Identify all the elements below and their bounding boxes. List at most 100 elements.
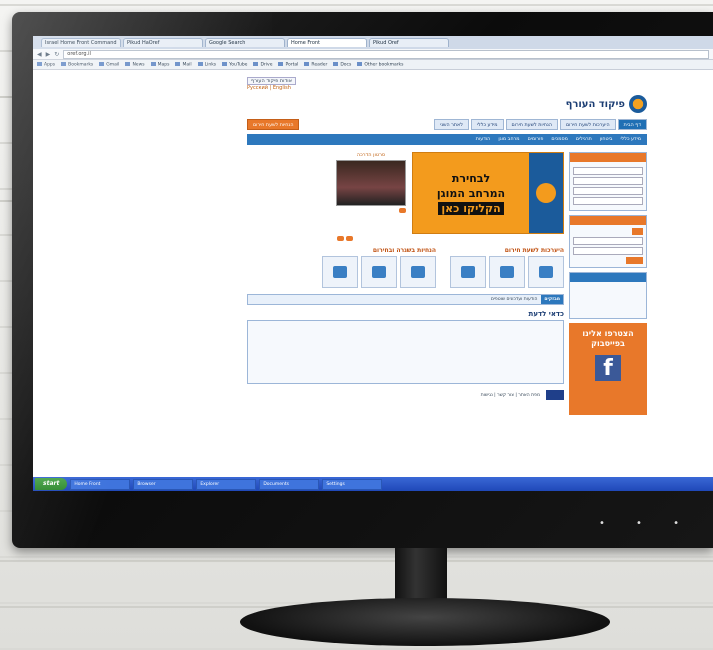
bookmark[interactable]: Maps xyxy=(151,62,170,67)
select-field[interactable] xyxy=(573,247,643,255)
bookmark[interactable]: Reader xyxy=(304,62,327,67)
bookmark[interactable]: Other bookmarks xyxy=(357,62,403,67)
browser-tab[interactable]: Pikud HaOref xyxy=(123,38,203,47)
firstaid-icon-tile[interactable] xyxy=(322,256,358,288)
browser-tab[interactable]: Home Front xyxy=(287,38,367,47)
browser-tab[interactable]: Google Search xyxy=(205,38,285,47)
info-box xyxy=(247,320,564,384)
back-icon[interactable]: ◀ xyxy=(37,51,42,58)
browser-tabs: Israel Home Front Command Pikud HaOref G… xyxy=(33,36,713,49)
section-title: היערכות לשעת חירום xyxy=(504,247,564,254)
bookmark[interactable]: YouTube xyxy=(222,62,247,67)
taskbar-item[interactable]: Settings xyxy=(322,478,383,490)
icon-row xyxy=(450,256,564,288)
news-ticker: מבזקים הודעות ועדכונים שוטפים xyxy=(247,294,564,305)
taskbar: start Home Front Browser Explorer Docume… xyxy=(33,477,713,491)
secondary-menu: מידע כללי ביטחון תרגילים מסמכים פורומים … xyxy=(247,134,647,145)
bookmark[interactable]: Links xyxy=(198,62,217,67)
box-body xyxy=(570,162,646,210)
ticker-label: מבזקים xyxy=(541,295,563,304)
top-row: לבחירת המרחב המוגן הקליקו כאן סרטון הדרכ… xyxy=(247,152,564,234)
bookmark[interactable]: Docs xyxy=(333,62,351,67)
safe-room-banner[interactable]: לבחירת המרחב המוגן הקליקו כאן xyxy=(412,152,564,234)
top-links: אודות פיקוד העורף xyxy=(247,77,647,85)
menu-item[interactable]: לאתר השני xyxy=(434,119,469,130)
monitor-buttons: • • • xyxy=(598,518,693,529)
bookmark[interactable]: Portal xyxy=(278,62,298,67)
go-button[interactable] xyxy=(632,228,643,235)
bookmark[interactable]: Mail xyxy=(175,62,191,67)
equipment-icon-tile[interactable] xyxy=(528,256,564,288)
facebook-text: הצטרפו אלינו בפייסבוק xyxy=(582,329,634,348)
menu-item-highlight[interactable]: הנחיות לשעת חירום xyxy=(247,119,300,130)
url-input[interactable]: oref.org.il xyxy=(63,49,709,59)
menu-item[interactable]: היערכות לשעת חירום xyxy=(559,119,616,130)
box-header xyxy=(570,216,646,225)
building-icon xyxy=(529,153,563,233)
page-footer: מפת האתר | צור קשר | נגישות xyxy=(247,390,564,400)
address-bar-row: ◀ ▶ ↻ oref.org.il xyxy=(33,49,713,60)
submenu-item[interactable]: פורומים xyxy=(528,137,544,142)
site-header: פיקוד העורף xyxy=(247,93,647,115)
person-icon-tile[interactable] xyxy=(361,256,397,288)
facebook-promo[interactable]: הצטרפו אלינו בפייסבוק f xyxy=(569,323,647,415)
home-front-logo-icon[interactable] xyxy=(629,95,647,113)
video-player[interactable] xyxy=(336,160,406,206)
box-body xyxy=(570,225,646,267)
submenu-item[interactable]: מידע כללי xyxy=(620,137,641,142)
content-columns: הצטרפו אלינו בפייסבוק f לבחירת המרחב המוג… xyxy=(247,152,647,415)
about-link[interactable]: אודות פיקוד העורף xyxy=(247,77,296,85)
page-dot[interactable] xyxy=(399,208,406,213)
kit-icon-tile[interactable] xyxy=(450,256,486,288)
plane-icon-tile[interactable] xyxy=(400,256,436,288)
main-menu: דף הבית היערכות לשעת חירום הנחיות לשעת ח… xyxy=(247,119,647,130)
forward-icon[interactable]: ▶ xyxy=(46,51,51,58)
select-field[interactable] xyxy=(573,237,643,245)
search-field[interactable] xyxy=(573,167,643,175)
select-field[interactable] xyxy=(573,197,643,205)
area-box xyxy=(569,215,647,268)
monitor-screen: Israel Home Front Command Pikud HaOref G… xyxy=(33,36,713,491)
bookmark[interactable]: Drive xyxy=(253,62,272,67)
menu-item[interactable]: מידע כללי xyxy=(470,119,504,130)
footer-links[interactable]: מפת האתר | צור קשר | נגישות xyxy=(481,393,540,398)
taskbar-item[interactable]: Browser xyxy=(133,478,194,490)
section-guidelines: הנחיות בשגרה ובחירום xyxy=(322,241,436,288)
start-button[interactable]: start xyxy=(35,478,68,490)
box-header xyxy=(570,153,646,162)
submenu-item[interactable]: תרגילים xyxy=(576,137,592,142)
right-sidebar: הצטרפו אלינו בפייסבוק f xyxy=(569,152,647,415)
select-field[interactable] xyxy=(573,177,643,185)
icon-sections: היערכות לשעת חירום הנחיות בשגרה ובחירום xyxy=(247,241,564,288)
select-field[interactable] xyxy=(573,187,643,195)
video-title: סרטון הדרכה xyxy=(356,152,386,158)
bookmark[interactable]: Bookmarks xyxy=(61,62,93,67)
bookmark[interactable]: News xyxy=(125,62,144,67)
submenu-item[interactable]: הודעות xyxy=(476,137,491,142)
facebook-icon: f xyxy=(595,355,621,381)
section-prep: היערכות לשעת חירום xyxy=(450,241,564,288)
contact-box xyxy=(569,272,647,319)
taskbar-item[interactable]: Home Front xyxy=(70,478,131,490)
language-links[interactable]: Русский | English xyxy=(247,85,647,91)
bookmark[interactable]: Apps xyxy=(37,62,55,67)
taskbar-item[interactable]: Explorer xyxy=(196,478,257,490)
icon-row xyxy=(322,256,436,288)
accessibility-icon-tile[interactable] xyxy=(489,256,525,288)
menu-item[interactable]: הנחיות לשעת חירום xyxy=(505,119,558,130)
submenu-item[interactable]: מרחב מוגן xyxy=(498,137,519,142)
browser-tab[interactable]: Pikud Oref xyxy=(369,38,449,47)
ticker-text[interactable]: הודעות ועדכונים שוטפים xyxy=(487,297,542,302)
website-content: אודות פיקוד העורף Русский | English פיקו… xyxy=(247,76,647,469)
section-title: כדאי לדעת xyxy=(528,310,564,318)
browser-tab[interactable]: Israel Home Front Command xyxy=(41,38,121,47)
search-box xyxy=(569,152,647,211)
box-body xyxy=(570,282,646,318)
reload-icon[interactable]: ↻ xyxy=(54,51,59,58)
taskbar-item[interactable]: Documents xyxy=(259,478,320,490)
submit-button[interactable] xyxy=(626,257,643,264)
bookmark[interactable]: Gmail xyxy=(99,62,119,67)
submenu-item[interactable]: מסמכים xyxy=(551,137,567,142)
submenu-item[interactable]: ביטחון xyxy=(600,137,613,142)
menu-item[interactable]: דף הבית xyxy=(617,119,647,130)
